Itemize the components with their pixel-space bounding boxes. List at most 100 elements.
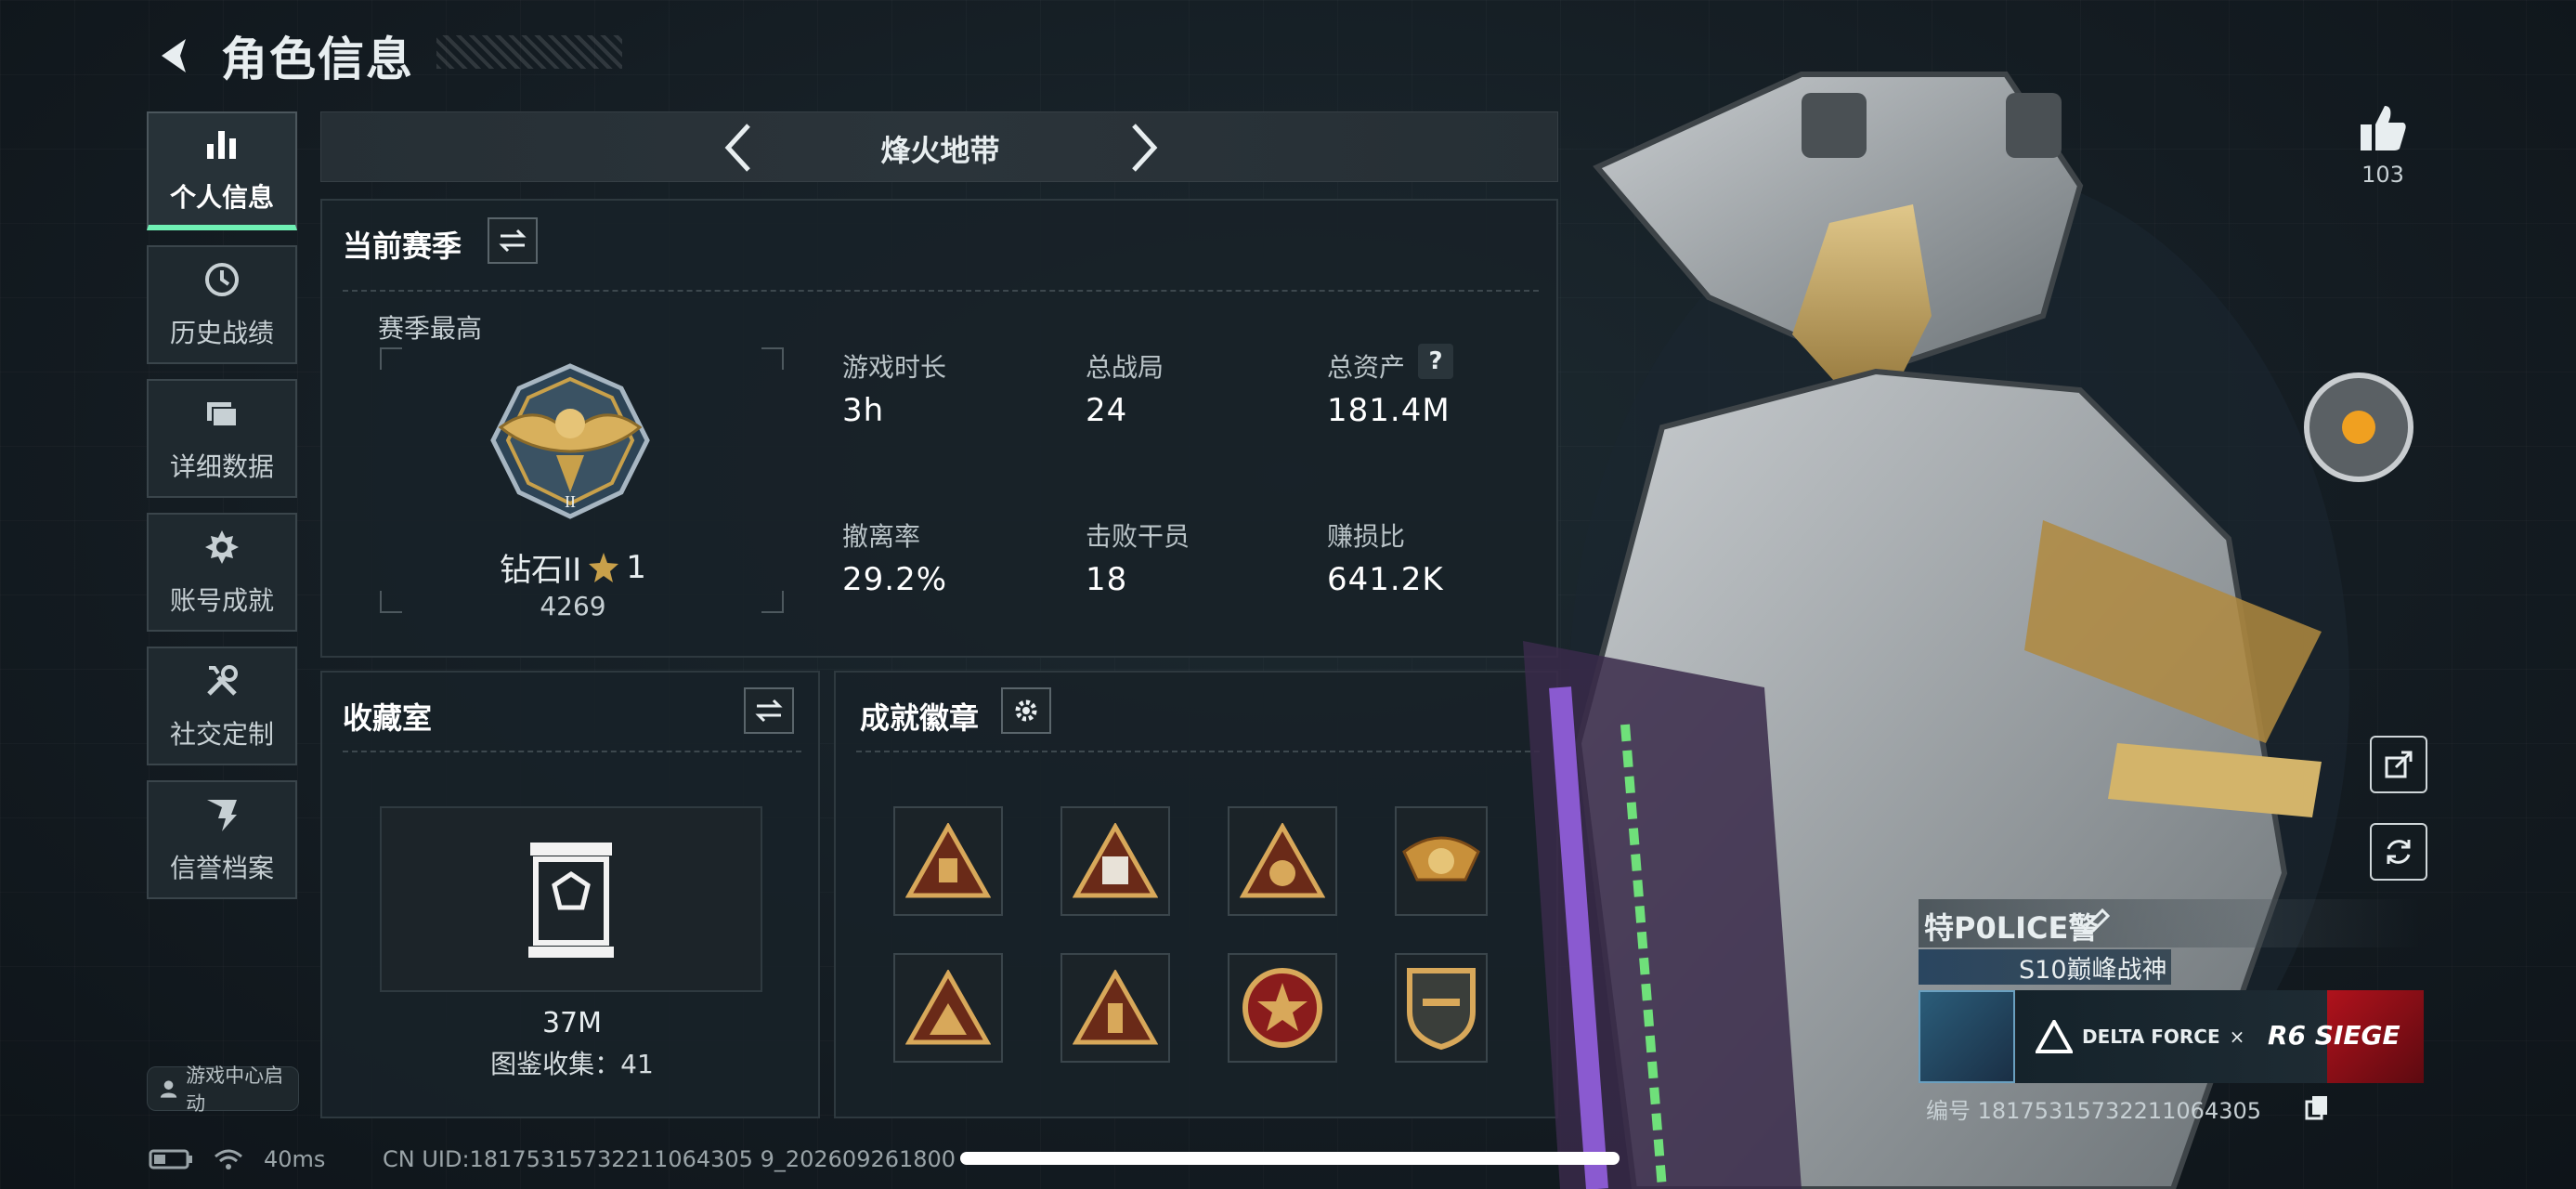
frame-corner bbox=[761, 347, 784, 370]
stat-value: 24 bbox=[1086, 392, 1128, 429]
player-id: 编号 18175315732211064305 bbox=[1926, 1098, 2262, 1124]
mode-selector: 烽火地带 bbox=[320, 111, 1558, 182]
collection-value: 37M bbox=[541, 1007, 603, 1039]
svg-text:II: II bbox=[565, 492, 576, 511]
share-icon bbox=[2385, 751, 2413, 778]
achievement-badge[interactable] bbox=[893, 806, 1003, 916]
tools-icon bbox=[207, 665, 238, 696]
stat-value: 18 bbox=[1086, 561, 1128, 598]
ping-value: 40ms bbox=[264, 1146, 326, 1172]
collection-showcase[interactable] bbox=[380, 806, 762, 992]
copy-icon bbox=[2305, 1096, 2327, 1120]
wifi-icon bbox=[215, 1149, 242, 1169]
delta-force-logo-icon bbox=[2036, 1020, 2073, 1053]
launch-label: 游戏中心启动 bbox=[186, 1065, 284, 1115]
clock-icon bbox=[205, 263, 239, 296]
share-button[interactable] bbox=[2370, 736, 2427, 793]
like-count: 103 bbox=[2361, 162, 2404, 188]
sidebar-item-history[interactable]: 历史战绩 bbox=[147, 245, 297, 364]
divider bbox=[856, 751, 1540, 752]
player-banner[interactable]: DELTA FORCE × R6 SIEGE bbox=[1919, 990, 2424, 1083]
stat-label: 撤离率 bbox=[842, 521, 921, 552]
player-title: S10巅峰战神 bbox=[2019, 955, 2167, 985]
sidebar-item-detailed-data[interactable]: 详细数据 bbox=[147, 379, 297, 498]
rank-name: 钻石II bbox=[500, 552, 582, 589]
mode-next-button[interactable] bbox=[1115, 118, 1171, 177]
stat-value: 641.2K bbox=[1327, 561, 1444, 598]
season-panel: 当前赛季 赛季最高 II 钻石II 1 4269 游戏时长 3h 总战局 24 … bbox=[320, 199, 1558, 658]
achievement-badge[interactable] bbox=[1395, 953, 1488, 1063]
sidebar-item-label: 历史战绩 bbox=[169, 318, 274, 348]
achievements-panel: 成就徽章 bbox=[834, 671, 1558, 1118]
page-title: 角色信息 bbox=[221, 33, 414, 86]
achievements-settings-button[interactable] bbox=[1001, 687, 1051, 734]
achievements-title: 成就徽章 bbox=[860, 700, 980, 736]
collection-switch-button[interactable] bbox=[744, 687, 794, 734]
stat-value: 29.2% bbox=[842, 561, 948, 598]
achievement-badge[interactable] bbox=[1228, 806, 1337, 916]
sidebar-item-reputation[interactable]: 信誉档案 bbox=[147, 780, 297, 899]
banner-text-x: × bbox=[2229, 1026, 2245, 1048]
pencil-icon bbox=[2081, 908, 2111, 935]
swap-icon bbox=[499, 229, 527, 253]
sidebar-item-label: 账号成就 bbox=[169, 585, 274, 616]
bar-chart-icon bbox=[207, 131, 236, 159]
mode-name: 烽火地带 bbox=[880, 133, 1000, 168]
achievement-badge[interactable] bbox=[1060, 953, 1170, 1063]
help-icon[interactable]: ? bbox=[1418, 344, 1453, 379]
achievement-badge[interactable] bbox=[893, 953, 1003, 1063]
game-center-launch[interactable]: 游戏中心启动 bbox=[147, 1065, 299, 1115]
edit-name-button[interactable] bbox=[2080, 905, 2112, 940]
back-arrow-icon bbox=[162, 39, 186, 72]
collection-panel: 收藏室 37M 图鉴收集：41 bbox=[320, 671, 820, 1118]
refresh-icon bbox=[2387, 840, 2411, 864]
chevron-right-icon bbox=[1132, 124, 1158, 172]
battery-icon bbox=[149, 1149, 192, 1169]
banner-emblem bbox=[1919, 990, 2015, 1083]
triangle-badge-icon bbox=[905, 823, 991, 898]
stat-label: 总资产 bbox=[1327, 352, 1406, 383]
season-switch-button[interactable] bbox=[488, 217, 538, 264]
sidebar-item-label: 信誉档案 bbox=[169, 853, 274, 883]
stat-label: 总战局 bbox=[1086, 352, 1164, 383]
folder-icon bbox=[207, 402, 238, 427]
round-badge-icon bbox=[1242, 968, 1322, 1048]
triangle-badge-icon bbox=[1073, 823, 1158, 898]
like-button[interactable]: 103 bbox=[2349, 102, 2416, 188]
divider bbox=[343, 751, 801, 752]
home-indicator[interactable] bbox=[960, 1152, 1620, 1165]
stat-label: 游戏时长 bbox=[842, 352, 947, 383]
rank-stars: 1 bbox=[626, 548, 646, 586]
frame-corner bbox=[761, 591, 784, 613]
achievement-icon bbox=[205, 530, 239, 564]
banner-text-left: DELTA FORCE bbox=[2082, 1026, 2220, 1048]
rank-score: 4269 bbox=[540, 591, 606, 621]
back-button[interactable] bbox=[149, 28, 204, 84]
frame-corner bbox=[380, 591, 402, 613]
star-icon bbox=[589, 552, 619, 582]
triangle-badge-icon bbox=[905, 970, 991, 1045]
triangle-badge-icon bbox=[1073, 970, 1158, 1045]
achievement-badge[interactable] bbox=[1228, 953, 1337, 1063]
sidebar-item-label: 社交定制 bbox=[169, 719, 274, 750]
stat-value: 181.4M bbox=[1327, 392, 1451, 429]
shield-icon bbox=[207, 800, 237, 831]
achievement-badge[interactable] bbox=[1060, 806, 1170, 916]
title-decoration bbox=[436, 35, 622, 69]
sidebar-item-personal-info[interactable]: 个人信息 bbox=[147, 111, 297, 230]
refresh-button[interactable] bbox=[2370, 823, 2427, 881]
sidebar-item-label: 个人信息 bbox=[169, 182, 274, 213]
sidebar-item-social[interactable]: 社交定制 bbox=[147, 647, 297, 765]
swap-icon bbox=[755, 699, 783, 723]
season-best-label: 赛季最高 bbox=[378, 313, 483, 344]
season-title: 当前赛季 bbox=[343, 229, 462, 264]
emblem-badge-icon bbox=[1402, 836, 1480, 882]
collection-title: 收藏室 bbox=[343, 700, 433, 736]
catalog-count: 图鉴收集：41 bbox=[490, 1049, 654, 1079]
frame-corner bbox=[380, 347, 402, 370]
uid-text: CN UID:18175315732211064305 9_2026092618… bbox=[383, 1146, 956, 1172]
copy-id-button[interactable] bbox=[2305, 1094, 2329, 1124]
achievement-badge[interactable] bbox=[1395, 806, 1488, 916]
banner-text-right: R6 SIEGE bbox=[2268, 1020, 2400, 1051]
sidebar-item-achievements[interactable]: 账号成就 bbox=[147, 513, 297, 632]
